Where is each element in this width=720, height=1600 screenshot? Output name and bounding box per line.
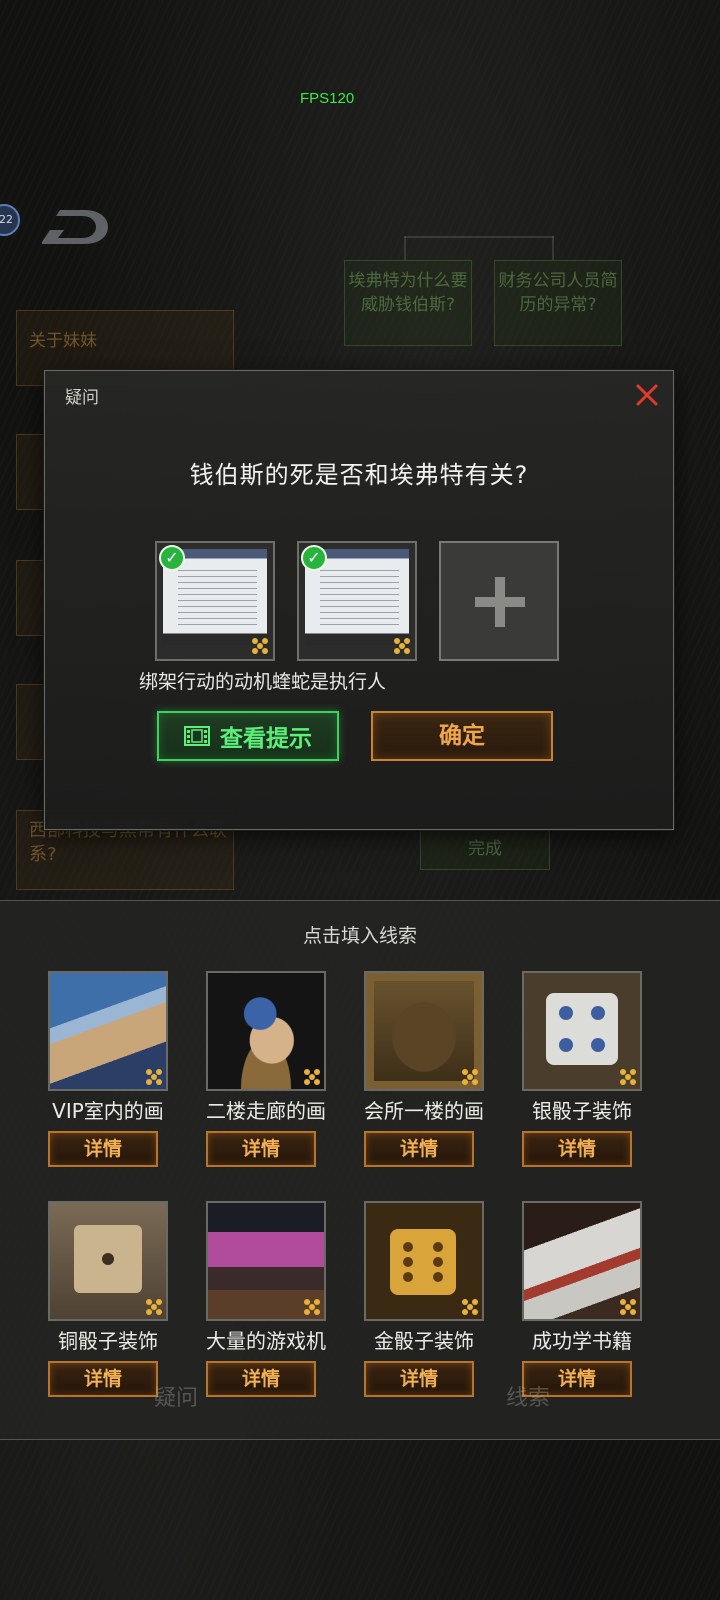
silver-dice-thumbnail	[522, 971, 642, 1091]
close-icon[interactable]	[631, 379, 663, 411]
clue-card[interactable]: 会所一楼的画 详情	[354, 971, 494, 1171]
clue-slot-2[interactable]: ✓	[297, 541, 417, 661]
detail-button[interactable]: 详情	[364, 1361, 474, 1397]
clue-card[interactable]: 金骰子装饰 详情	[354, 1201, 494, 1401]
map-node	[16, 560, 46, 636]
detail-button[interactable]: 详情	[48, 1131, 158, 1167]
map-node: 财务公司人员简历的异常?	[494, 260, 622, 346]
clue-label: 成功学书籍	[532, 1329, 632, 1353]
clue-marker-icon	[304, 1299, 320, 1315]
check-icon: ✓	[159, 545, 185, 571]
clue-label: 铜骰子装饰	[58, 1329, 158, 1353]
clue-label: 大量的游戏机	[206, 1329, 326, 1353]
corridor-painting-thumbnail	[206, 971, 326, 1091]
clue-panel-title: 点击填入线索	[302, 925, 417, 947]
gold-dice-thumbnail	[364, 1201, 484, 1321]
map-connector	[404, 236, 554, 238]
detail-button[interactable]: 详情	[364, 1131, 474, 1167]
detail-button[interactable]: 详情	[522, 1131, 632, 1167]
clue-card[interactable]: 铜骰子装饰 详情	[38, 1201, 178, 1401]
clue-label: 银骰子装饰	[532, 1099, 632, 1123]
clue-card[interactable]: 大量的游戏机 详情	[196, 1201, 336, 1401]
clue-card[interactable]: 二楼走廊的画 详情	[196, 971, 336, 1171]
map-connector	[552, 236, 554, 260]
books-thumbnail	[522, 1201, 642, 1321]
clue-card[interactable]: 成功学书籍 详情	[512, 1201, 652, 1401]
map-connector	[404, 236, 406, 260]
fps-counter: FPS120	[300, 90, 355, 107]
clue-marker-icon	[620, 1069, 636, 1085]
clue-marker-icon	[146, 1069, 162, 1085]
clue-marker-icon	[394, 638, 410, 654]
clue-slot-1[interactable]: ✓	[155, 541, 275, 661]
clue-label: VIP室内的画	[52, 1099, 164, 1123]
game-logo-icon	[42, 210, 108, 244]
map-node	[16, 684, 46, 760]
clue-card[interactable]: 银骰子装饰 详情	[512, 971, 652, 1171]
detail-button[interactable]: 详情	[206, 1361, 316, 1397]
tab-clues[interactable]: 线索	[506, 1380, 550, 1412]
bronze-dice-thumbnail	[48, 1201, 168, 1321]
question-text: 钱伯斯的死是否和埃弗特有关?	[189, 461, 529, 489]
question-dialog: 疑问 钱伯斯的死是否和埃弗特有关? ✓ ✓ 绑架行动的动机蝰蛇是执行人 查看提示…	[44, 370, 674, 830]
clue-marker-icon	[462, 1069, 478, 1085]
view-hint-button[interactable]: 查看提示	[157, 711, 339, 761]
hint-label: 查看提示	[220, 726, 312, 752]
map-node: 完成	[420, 830, 550, 870]
vip-painting-thumbnail	[48, 971, 168, 1091]
clue-marker-icon	[462, 1299, 478, 1315]
film-icon	[184, 726, 210, 746]
slot-labels: 绑架行动的动机蝰蛇是执行人	[139, 671, 387, 693]
clue-label: 会所一楼的画	[364, 1099, 484, 1123]
clue-marker-icon	[252, 638, 268, 654]
dice-icon	[74, 1225, 142, 1293]
arcade-machines-thumbnail	[206, 1201, 326, 1321]
dice-icon	[546, 993, 618, 1065]
tab-questions[interactable]: 疑问	[154, 1380, 198, 1412]
confirm-button[interactable]: 确定	[371, 711, 553, 761]
clue-label: 二楼走廊的画	[206, 1099, 326, 1123]
detail-button[interactable]: 详情	[48, 1361, 158, 1397]
check-icon: ✓	[301, 545, 327, 571]
empty-clue-slot[interactable]	[439, 541, 559, 661]
clue-panel: 点击填入线索 VIP室内的画 详情 二楼走廊的画 详情 会所一楼的画 详情 银骰…	[0, 900, 720, 1440]
lobby-painting-thumbnail	[364, 971, 484, 1091]
dice-icon	[390, 1229, 456, 1295]
map-node: 埃弗特为什么要威胁钱伯斯?	[344, 260, 472, 346]
detail-button[interactable]: 详情	[206, 1131, 316, 1167]
clue-marker-icon	[620, 1299, 636, 1315]
clue-card[interactable]: VIP室内的画 详情	[38, 971, 178, 1171]
map-node	[16, 434, 46, 510]
clue-marker-icon	[146, 1299, 162, 1315]
clue-label: 金骰子装饰	[374, 1329, 474, 1353]
clue-marker-icon	[304, 1069, 320, 1085]
dialog-title: 疑问	[65, 388, 99, 408]
